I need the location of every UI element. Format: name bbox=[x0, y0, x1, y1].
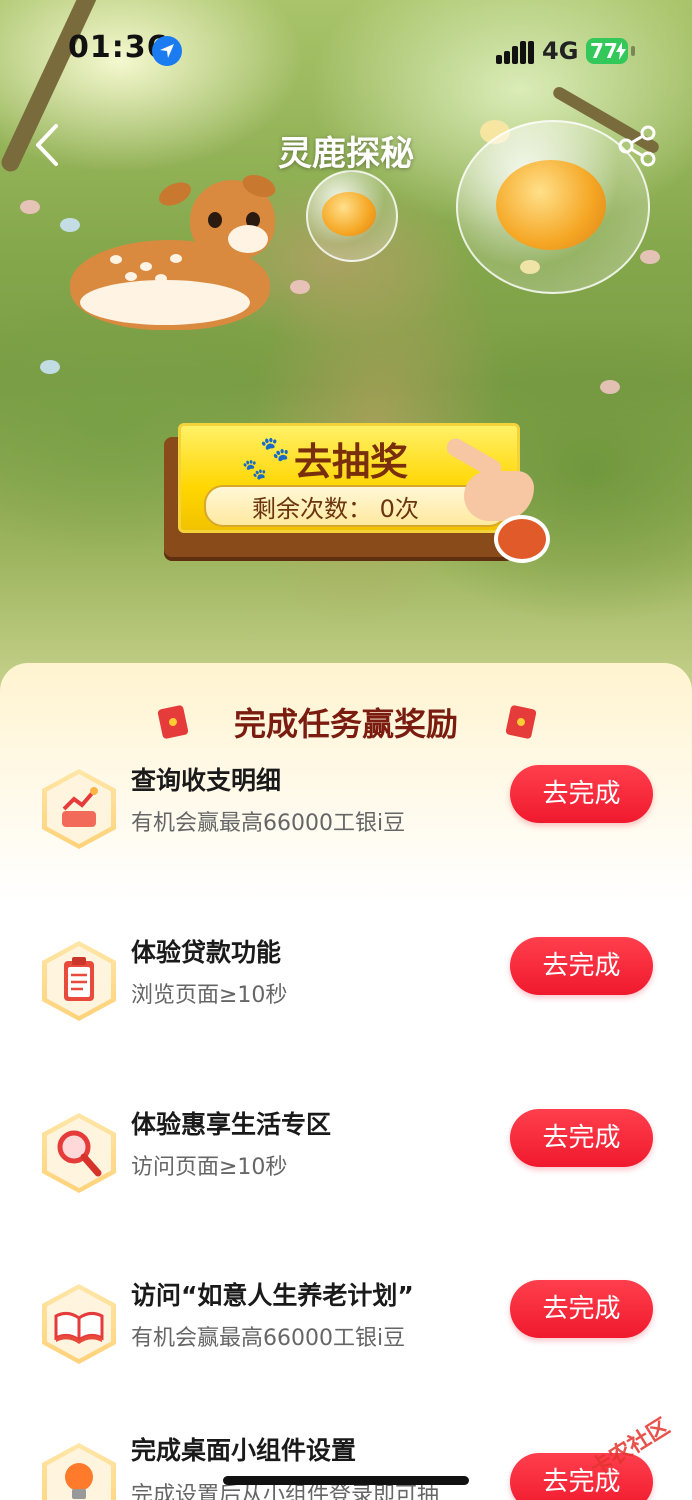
task-row: 体验惠享生活专区 访问页面≥10秒 去完成 bbox=[0, 1105, 692, 1235]
flower bbox=[600, 380, 620, 394]
page-title: 灵鹿探秘 bbox=[278, 134, 414, 174]
task-panel: 完成任务赢奖励 查询收支明细 有机会赢最高66000工银i豆 去完成 体验贷款功… bbox=[0, 663, 692, 1500]
magnifier-icon bbox=[52, 1125, 106, 1181]
book-icon bbox=[52, 1296, 106, 1352]
status-bar: 01:36 4G 77 bbox=[0, 0, 692, 100]
coin-icon bbox=[322, 192, 376, 236]
remaining-count: 剩余次数： 0次 bbox=[252, 495, 419, 523]
complete-task-button[interactable]: 去完成 bbox=[510, 1109, 653, 1167]
chart-icon bbox=[52, 781, 106, 837]
task-desc: 浏览页面≥10秒 bbox=[131, 983, 288, 1008]
share-icon[interactable] bbox=[616, 124, 660, 168]
task-row: 访问“如意人生养老计划” 有机会赢最高66000工银i豆 去完成 bbox=[0, 1276, 692, 1406]
lottery-button[interactable]: 🐾 🐾 去抽奖 剩余次数： 0次 bbox=[164, 423, 574, 563]
complete-task-button[interactable]: 去完成 bbox=[510, 1280, 653, 1338]
task-row: 体验贷款功能 浏览页面≥10秒 去完成 bbox=[0, 933, 692, 1063]
home-indicator[interactable] bbox=[223, 1476, 469, 1485]
lightbulb-icon bbox=[52, 1455, 106, 1500]
task-desc: 访问页面≥10秒 bbox=[131, 1155, 288, 1180]
task-row: 完成桌面小组件设置 完成设置后从小组件登录即可抽 去完成 bbox=[0, 1431, 692, 1500]
task-name: 查询收支明细 bbox=[131, 766, 282, 795]
paw-icon: 🐾 bbox=[242, 457, 267, 481]
task-name: 完成桌面小组件设置 bbox=[131, 1436, 357, 1465]
task-section-title: 完成任务赢奖励 bbox=[233, 705, 458, 743]
flower bbox=[290, 280, 310, 294]
task-desc: 有机会赢最高66000工银i豆 bbox=[131, 811, 406, 836]
flower bbox=[20, 200, 40, 214]
lottery-label: 去抽奖 bbox=[294, 440, 409, 484]
location-arrow-icon bbox=[152, 36, 182, 66]
task-name: 访问“如意人生养老计划” bbox=[131, 1281, 414, 1310]
task-name: 体验贷款功能 bbox=[131, 938, 282, 967]
task-desc: 有机会赢最高66000工银i豆 bbox=[131, 1326, 406, 1351]
battery-icon: 77 bbox=[586, 38, 628, 64]
deer-illustration bbox=[40, 170, 280, 340]
task-name: 体验惠享生活专区 bbox=[131, 1110, 332, 1139]
network-type: 4G bbox=[542, 37, 579, 65]
complete-task-button[interactable]: 去完成 bbox=[510, 765, 653, 823]
battery-tip bbox=[631, 46, 635, 56]
battery-level: 77 bbox=[590, 39, 618, 63]
task-row: 查询收支明细 有机会赢最高66000工银i豆 去完成 bbox=[0, 761, 692, 891]
flower bbox=[40, 360, 60, 374]
pointing-hand-icon bbox=[443, 435, 550, 563]
complete-task-button[interactable]: 去完成 bbox=[510, 937, 653, 995]
flower bbox=[640, 250, 660, 264]
clipboard-icon bbox=[52, 953, 106, 1009]
cellular-signal-icon bbox=[496, 40, 534, 64]
hero-scene bbox=[0, 0, 692, 700]
